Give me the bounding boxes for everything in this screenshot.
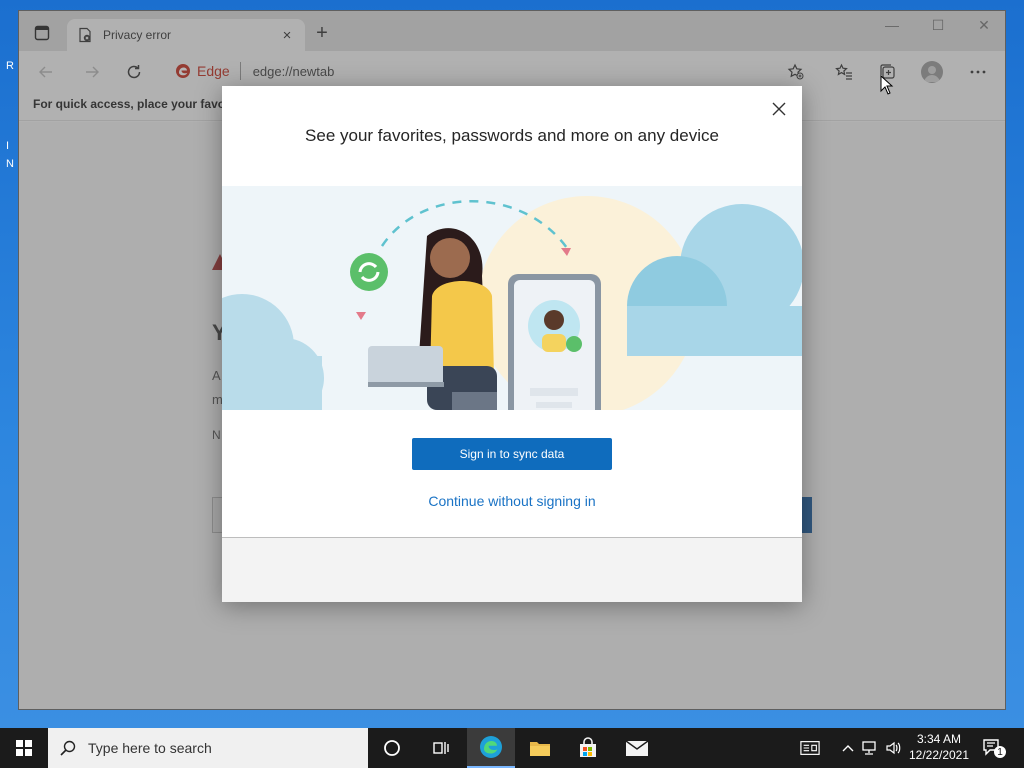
sign-in-sync-button[interactable]: Sign in to sync data bbox=[412, 438, 612, 470]
taskbar-mail[interactable] bbox=[613, 728, 661, 768]
search-placeholder: Type here to search bbox=[88, 740, 212, 756]
action-center-button[interactable]: 1 bbox=[980, 736, 1010, 760]
taskbar-edge[interactable] bbox=[467, 728, 515, 768]
sync-illustration bbox=[222, 186, 802, 410]
tray-overflow-button[interactable] bbox=[838, 738, 858, 758]
task-view-button[interactable] bbox=[416, 728, 464, 768]
news-icon bbox=[800, 741, 820, 755]
network-icon bbox=[862, 741, 876, 755]
dialog-close-button[interactable] bbox=[768, 98, 790, 120]
taskbar-search-box[interactable]: Type here to search bbox=[48, 728, 368, 768]
cortana-button[interactable] bbox=[368, 728, 416, 768]
sync-illustration-art bbox=[222, 186, 802, 410]
taskbar-file-explorer[interactable] bbox=[516, 728, 564, 768]
edge-app-icon bbox=[480, 736, 502, 758]
windows-logo-icon bbox=[16, 740, 32, 756]
taskbar-store[interactable] bbox=[564, 728, 612, 768]
news-widget-icon[interactable] bbox=[800, 738, 820, 758]
dialog-footer bbox=[222, 538, 802, 602]
search-icon bbox=[60, 740, 76, 756]
dialog-title: See your favorites, passwords and more o… bbox=[305, 126, 719, 145]
mail-envelope-icon bbox=[625, 740, 649, 756]
notification-count: 1 bbox=[997, 747, 1003, 758]
desktop-icon-label[interactable]: R bbox=[6, 60, 18, 72]
store-bag-icon bbox=[580, 737, 596, 757]
clock-date: 12/22/2021 bbox=[908, 748, 970, 762]
sync-dialog: See your favorites, passwords and more o… bbox=[222, 86, 802, 602]
volume-button[interactable] bbox=[884, 738, 904, 758]
start-button[interactable] bbox=[0, 728, 48, 768]
clock-time: 3:34 AM bbox=[916, 732, 962, 746]
desktop-icon-label[interactable]: N bbox=[6, 158, 18, 170]
notification-icon bbox=[983, 739, 1006, 758]
mouse-cursor-icon bbox=[880, 75, 894, 95]
network-button[interactable] bbox=[860, 738, 880, 758]
task-view-icon bbox=[433, 742, 449, 754]
speaker-icon bbox=[886, 741, 901, 755]
folder-icon bbox=[530, 742, 550, 756]
taskbar: Type here to search 3:34 AM 12/22/2021 1 bbox=[0, 728, 1024, 768]
continue-without-sign-in-link[interactable]: Continue without signing in bbox=[222, 493, 802, 509]
close-icon bbox=[772, 102, 786, 116]
cortana-circle-icon bbox=[384, 740, 400, 756]
chevron-up-icon bbox=[842, 745, 854, 752]
taskbar-clock[interactable]: 3:34 AM 12/22/2021 bbox=[904, 731, 974, 763]
desktop-icon-label[interactable]: I bbox=[6, 140, 18, 152]
